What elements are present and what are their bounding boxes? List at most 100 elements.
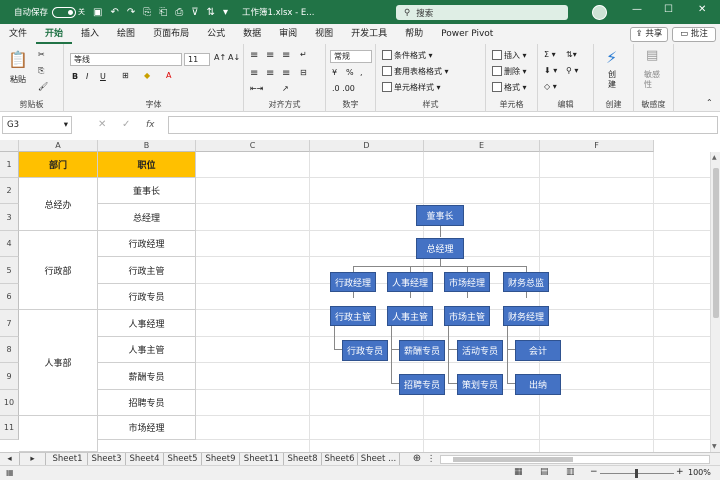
delete-cells-button[interactable]: 删除 ▾: [492, 66, 527, 77]
comma-icon[interactable]: ,: [360, 68, 363, 77]
org-chart-node[interactable]: 市场主管: [444, 306, 490, 326]
page-break-view-icon[interactable]: ▥: [566, 467, 575, 477]
vertical-scrollbar[interactable]: ▲ ▼: [710, 152, 720, 452]
avatar[interactable]: [592, 5, 607, 20]
borders-icon[interactable]: ⊞: [122, 71, 129, 80]
org-chart-node[interactable]: 策划专员: [457, 374, 503, 395]
decimal-icon[interactable]: .0 .00: [332, 84, 355, 93]
format-painter-icon[interactable]: 🖌: [38, 82, 48, 91]
name-box[interactable]: G3 ▾: [2, 116, 72, 134]
find-icon[interactable]: ⚲ ▾: [566, 66, 578, 75]
normal-view-icon[interactable]: ▦: [514, 467, 523, 477]
collapse-ribbon-icon[interactable]: ⌃: [706, 98, 713, 107]
align-middle-icon[interactable]: ≡: [266, 50, 274, 61]
org-chart-node[interactable]: 总经理: [416, 238, 464, 259]
macro-record-icon[interactable]: ▦: [6, 468, 14, 477]
sensitivity-button[interactable]: 敏感 性: [644, 70, 660, 90]
paste-button[interactable]: 粘贴: [10, 74, 26, 85]
scroll-thumb[interactable]: [713, 168, 719, 318]
format-cells-button[interactable]: 格式 ▾: [492, 82, 527, 93]
org-chart-node[interactable]: 招聘专员: [399, 374, 445, 395]
org-chart-node[interactable]: 人事经理: [387, 272, 433, 292]
tab-page-layout[interactable]: 页面布局: [144, 24, 198, 44]
autosum-icon[interactable]: Σ ▾: [544, 50, 556, 59]
undo-icon[interactable]: ↶: [110, 7, 118, 18]
enter-icon[interactable]: ✓: [122, 116, 130, 134]
org-chart-node[interactable]: 行政经理: [330, 272, 376, 292]
zoom-level[interactable]: 100%: [688, 468, 711, 477]
redo-icon[interactable]: ↷: [127, 7, 135, 18]
currency-icon[interactable]: ¥: [332, 68, 337, 77]
paste-icon[interactable]: ⎗: [159, 7, 167, 18]
create-button[interactable]: 创 建: [608, 70, 616, 90]
font-color-icon[interactable]: A: [166, 71, 171, 80]
copy-icon[interactable]: ⎘: [143, 7, 151, 18]
tab-review[interactable]: 审阅: [270, 24, 306, 44]
comments-button[interactable]: ▭ 批注: [672, 27, 716, 42]
search-box[interactable]: ⚲ 搜索: [396, 5, 568, 20]
org-chart-node[interactable]: 会计: [515, 340, 561, 361]
percent-icon[interactable]: %: [346, 68, 354, 77]
align-left-icon[interactable]: ≡: [250, 68, 258, 79]
bold-button[interactable]: B: [72, 72, 78, 81]
org-chart-node[interactable]: 活动专员: [457, 340, 503, 361]
tab-file[interactable]: 文件: [0, 24, 36, 44]
zoom-slider-thumb[interactable]: [635, 469, 638, 478]
font-size-select[interactable]: 11: [184, 53, 210, 66]
org-chart-node[interactable]: 行政专员: [342, 340, 388, 361]
sort-icon[interactable]: ⇅: [207, 7, 215, 18]
filter-icon[interactable]: ⊽: [191, 7, 198, 18]
formula-input[interactable]: [168, 116, 718, 134]
cancel-icon[interactable]: ✕: [98, 116, 106, 134]
sort-filter-icon[interactable]: ⇅▾: [566, 50, 577, 59]
scroll-up-icon[interactable]: ▲: [712, 154, 717, 161]
align-center-icon[interactable]: ≡: [266, 68, 274, 79]
tab-draw[interactable]: 绘图: [108, 24, 144, 44]
conditional-format-button[interactable]: 条件格式 ▾: [382, 50, 433, 61]
worksheet-grid[interactable]: ABCDEF 1 2 3 4 5 6 7 8 9 10 11 部门 职位 总经办 行政部 人事部 董…: [0, 140, 710, 452]
align-right-icon[interactable]: ≡: [282, 68, 290, 79]
cut-icon[interactable]: ✂: [38, 50, 45, 59]
org-chart-node[interactable]: 财务总监: [503, 272, 549, 292]
insert-function-button[interactable]: fx: [146, 116, 155, 134]
close-icon[interactable]: ✕: [698, 4, 706, 15]
tab-data[interactable]: 数据: [234, 24, 270, 44]
org-chart-node[interactable]: 市场经理: [444, 272, 490, 292]
zoom-out-icon[interactable]: −: [590, 467, 598, 477]
fill-color-icon[interactable]: ◆: [144, 71, 150, 80]
grow-font-icon[interactable]: A↑: [214, 53, 226, 62]
tab-power-pivot[interactable]: Power Pivot: [432, 24, 502, 44]
print-icon[interactable]: ⎙: [175, 7, 183, 18]
font-name-select[interactable]: 等线: [70, 53, 182, 66]
cell-style-button[interactable]: 单元格样式 ▾: [382, 82, 441, 93]
org-chart-node[interactable]: 董事长: [416, 205, 464, 226]
align-bottom-icon[interactable]: ≡: [282, 50, 290, 61]
scroll-down-icon[interactable]: ▼: [712, 443, 717, 450]
page-layout-view-icon[interactable]: ▤: [540, 467, 549, 477]
orientation-icon[interactable]: ↗: [282, 84, 289, 93]
italic-button[interactable]: I: [86, 72, 88, 81]
customize-icon[interactable]: ▾: [223, 7, 228, 18]
align-top-icon[interactable]: ≡: [250, 50, 258, 61]
fill-icon[interactable]: ⬇ ▾: [544, 66, 557, 75]
tab-insert[interactable]: 插入: [72, 24, 108, 44]
maximize-icon[interactable]: ☐: [664, 4, 673, 15]
minimize-icon[interactable]: —: [632, 4, 642, 15]
tab-formulas[interactable]: 公式: [198, 24, 234, 44]
zoom-in-icon[interactable]: +: [676, 467, 684, 477]
copy-icon[interactable]: ⎘: [38, 66, 44, 76]
tab-home[interactable]: 开始: [36, 24, 73, 44]
org-chart-node[interactable]: 财务经理: [503, 306, 549, 326]
autosave-toggle[interactable]: [52, 6, 77, 18]
sensitivity-icon[interactable]: ▤: [646, 48, 658, 63]
underline-button[interactable]: U: [100, 72, 106, 81]
org-chart-node[interactable]: 薪酬专员: [399, 340, 445, 361]
insert-cells-button[interactable]: 插入 ▾: [492, 50, 527, 61]
h-scroll-thumb[interactable]: [453, 457, 573, 462]
tab-view[interactable]: 视图: [306, 24, 342, 44]
table-format-button[interactable]: 套用表格格式 ▾: [382, 66, 449, 77]
lightning-icon[interactable]: ⚡: [606, 48, 617, 67]
number-format-select[interactable]: 常规: [330, 50, 372, 63]
clear-icon[interactable]: ◇ ▾: [544, 82, 557, 91]
indent-icon[interactable]: ⇤⇥: [250, 84, 263, 93]
